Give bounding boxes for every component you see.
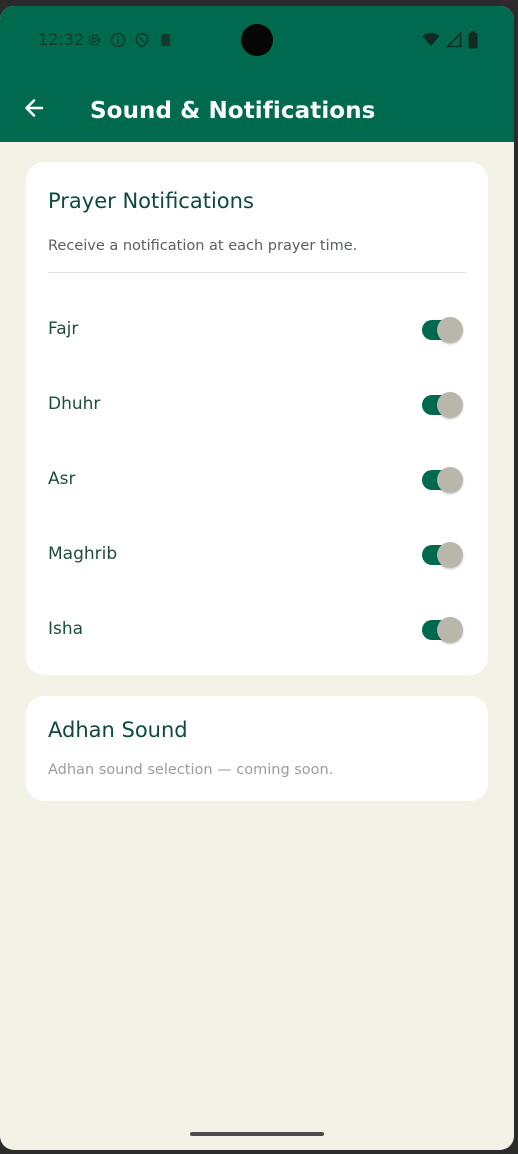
toggle-label-dhuhr: Dhuhr	[48, 394, 101, 414]
battery-icon	[468, 31, 478, 49]
toggle-row-fajr[interactable]: Fajr	[26, 301, 488, 361]
settings-icon	[86, 32, 102, 48]
status-icons-left	[86, 30, 174, 50]
toggle-label-fajr: Fajr	[48, 319, 79, 339]
adhan-sound-card: Adhan Sound Adhan sound selection — comi…	[26, 696, 488, 801]
back-button[interactable]	[16, 92, 52, 128]
prayer-notifications-card: Prayer Notifications Receive a notificat…	[26, 162, 488, 675]
status-time: 12:32	[38, 30, 85, 49]
adhan-sound-title: Adhan Sound	[48, 718, 188, 742]
toggle-label-asr: Asr	[48, 469, 76, 489]
toggle-row-asr[interactable]: Asr	[26, 451, 488, 511]
arrow-left-icon	[22, 96, 46, 124]
shield-icon	[134, 32, 150, 48]
status-bar: 12:32	[0, 6, 514, 72]
dhuhr-toggle[interactable]	[422, 392, 463, 418]
prayer-notifications-subtitle: Receive a notification at each prayer ti…	[48, 238, 358, 254]
status-icons-right	[422, 30, 478, 50]
camera-cutout	[241, 24, 273, 56]
toggle-row-maghrib[interactable]: Maghrib	[26, 526, 488, 586]
home-indicator[interactable]	[190, 1132, 324, 1136]
maghrib-toggle[interactable]	[422, 542, 463, 568]
toggle-row-isha[interactable]: Isha	[26, 601, 488, 661]
cell-signal-icon	[446, 32, 462, 48]
adhan-sound-subtitle: Adhan sound selection — coming soon.	[48, 762, 334, 778]
phone-screen: 12:32 Sound & Notifications Prayer Notif…	[0, 6, 514, 1150]
app-bar: Sound & Notifications	[0, 72, 514, 142]
toggle-row-dhuhr[interactable]: Dhuhr	[26, 376, 488, 436]
wifi-icon	[422, 32, 440, 48]
toggle-label-maghrib: Maghrib	[48, 544, 118, 564]
isha-toggle[interactable]	[422, 617, 463, 643]
toggle-label-isha: Isha	[48, 619, 84, 639]
asr-toggle[interactable]	[422, 467, 463, 493]
fajr-toggle[interactable]	[422, 317, 463, 343]
prayer-notifications-title: Prayer Notifications	[48, 189, 254, 213]
page-title: Sound & Notifications	[90, 98, 376, 124]
info-icon	[110, 32, 126, 48]
sim-card-icon	[158, 32, 174, 48]
divider	[48, 272, 466, 273]
top-bar: 12:32 Sound & Notifications	[0, 6, 514, 142]
